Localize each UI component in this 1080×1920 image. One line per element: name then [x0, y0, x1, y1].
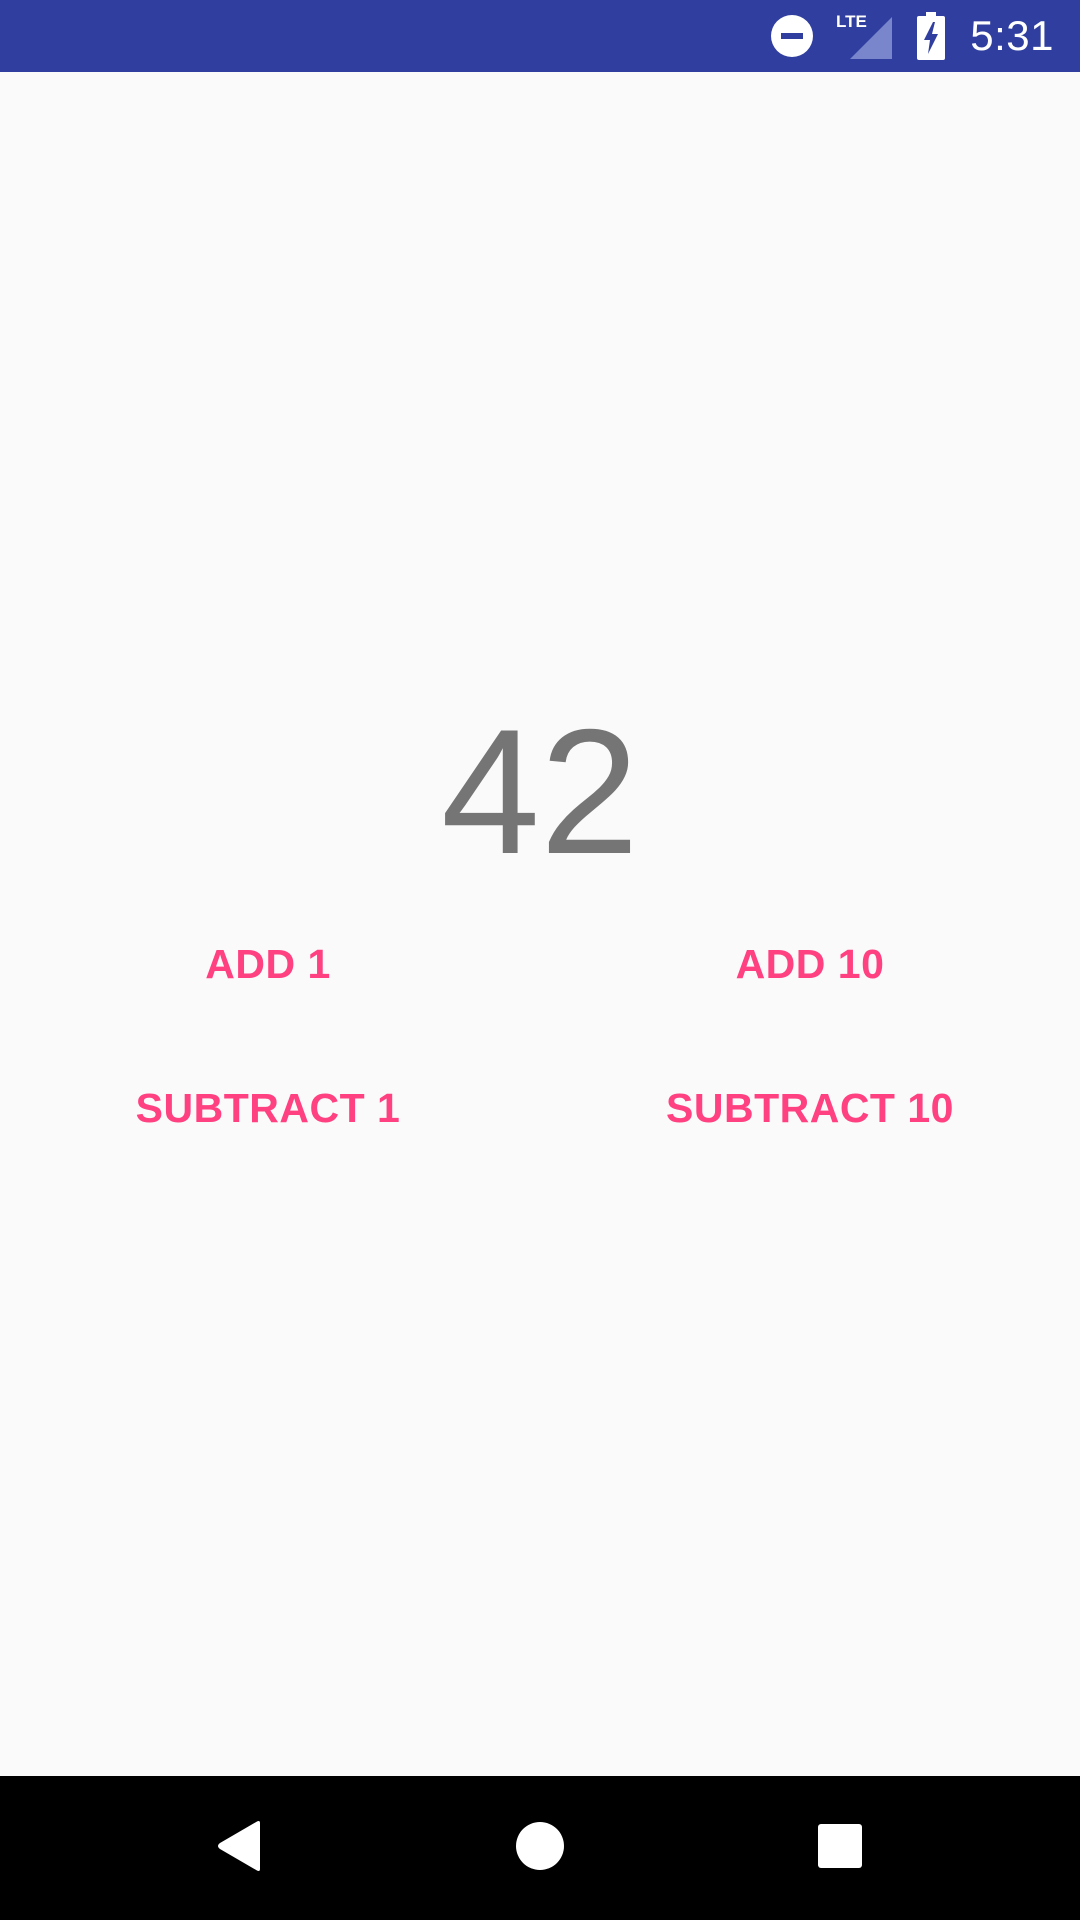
status-bar: LTE 5:31	[0, 0, 1080, 72]
navigation-bar	[0, 1776, 1080, 1920]
back-button[interactable]	[160, 1776, 320, 1920]
add-10-button[interactable]: ADD 10	[600, 904, 1020, 1024]
main-content: 42 ADD 1 ADD 10 SUBTRACT 1 SUBTRACT 10	[0, 72, 1080, 1776]
subtract-10-button[interactable]: SUBTRACT 10	[600, 1048, 1020, 1168]
do-not-disturb-icon	[770, 0, 814, 72]
back-icon	[216, 1820, 264, 1877]
home-button[interactable]	[460, 1776, 620, 1920]
subtract-1-button[interactable]: SUBTRACT 1	[58, 1048, 478, 1168]
battery-charging-icon	[916, 0, 946, 72]
status-clock: 5:31	[970, 12, 1054, 59]
home-icon	[515, 1821, 565, 1876]
lte-signal-icon: LTE	[834, 0, 894, 72]
app-screen: LTE 5:31 42 ADD 1 ADD 10 SUBTRACT 1 SUBT…	[0, 0, 1080, 1920]
lte-label: LTE	[836, 12, 867, 31]
counter-value: 42	[441, 692, 639, 891]
recents-button[interactable]	[760, 1776, 920, 1920]
recents-icon	[817, 1823, 863, 1874]
add-1-button[interactable]: ADD 1	[58, 904, 478, 1024]
